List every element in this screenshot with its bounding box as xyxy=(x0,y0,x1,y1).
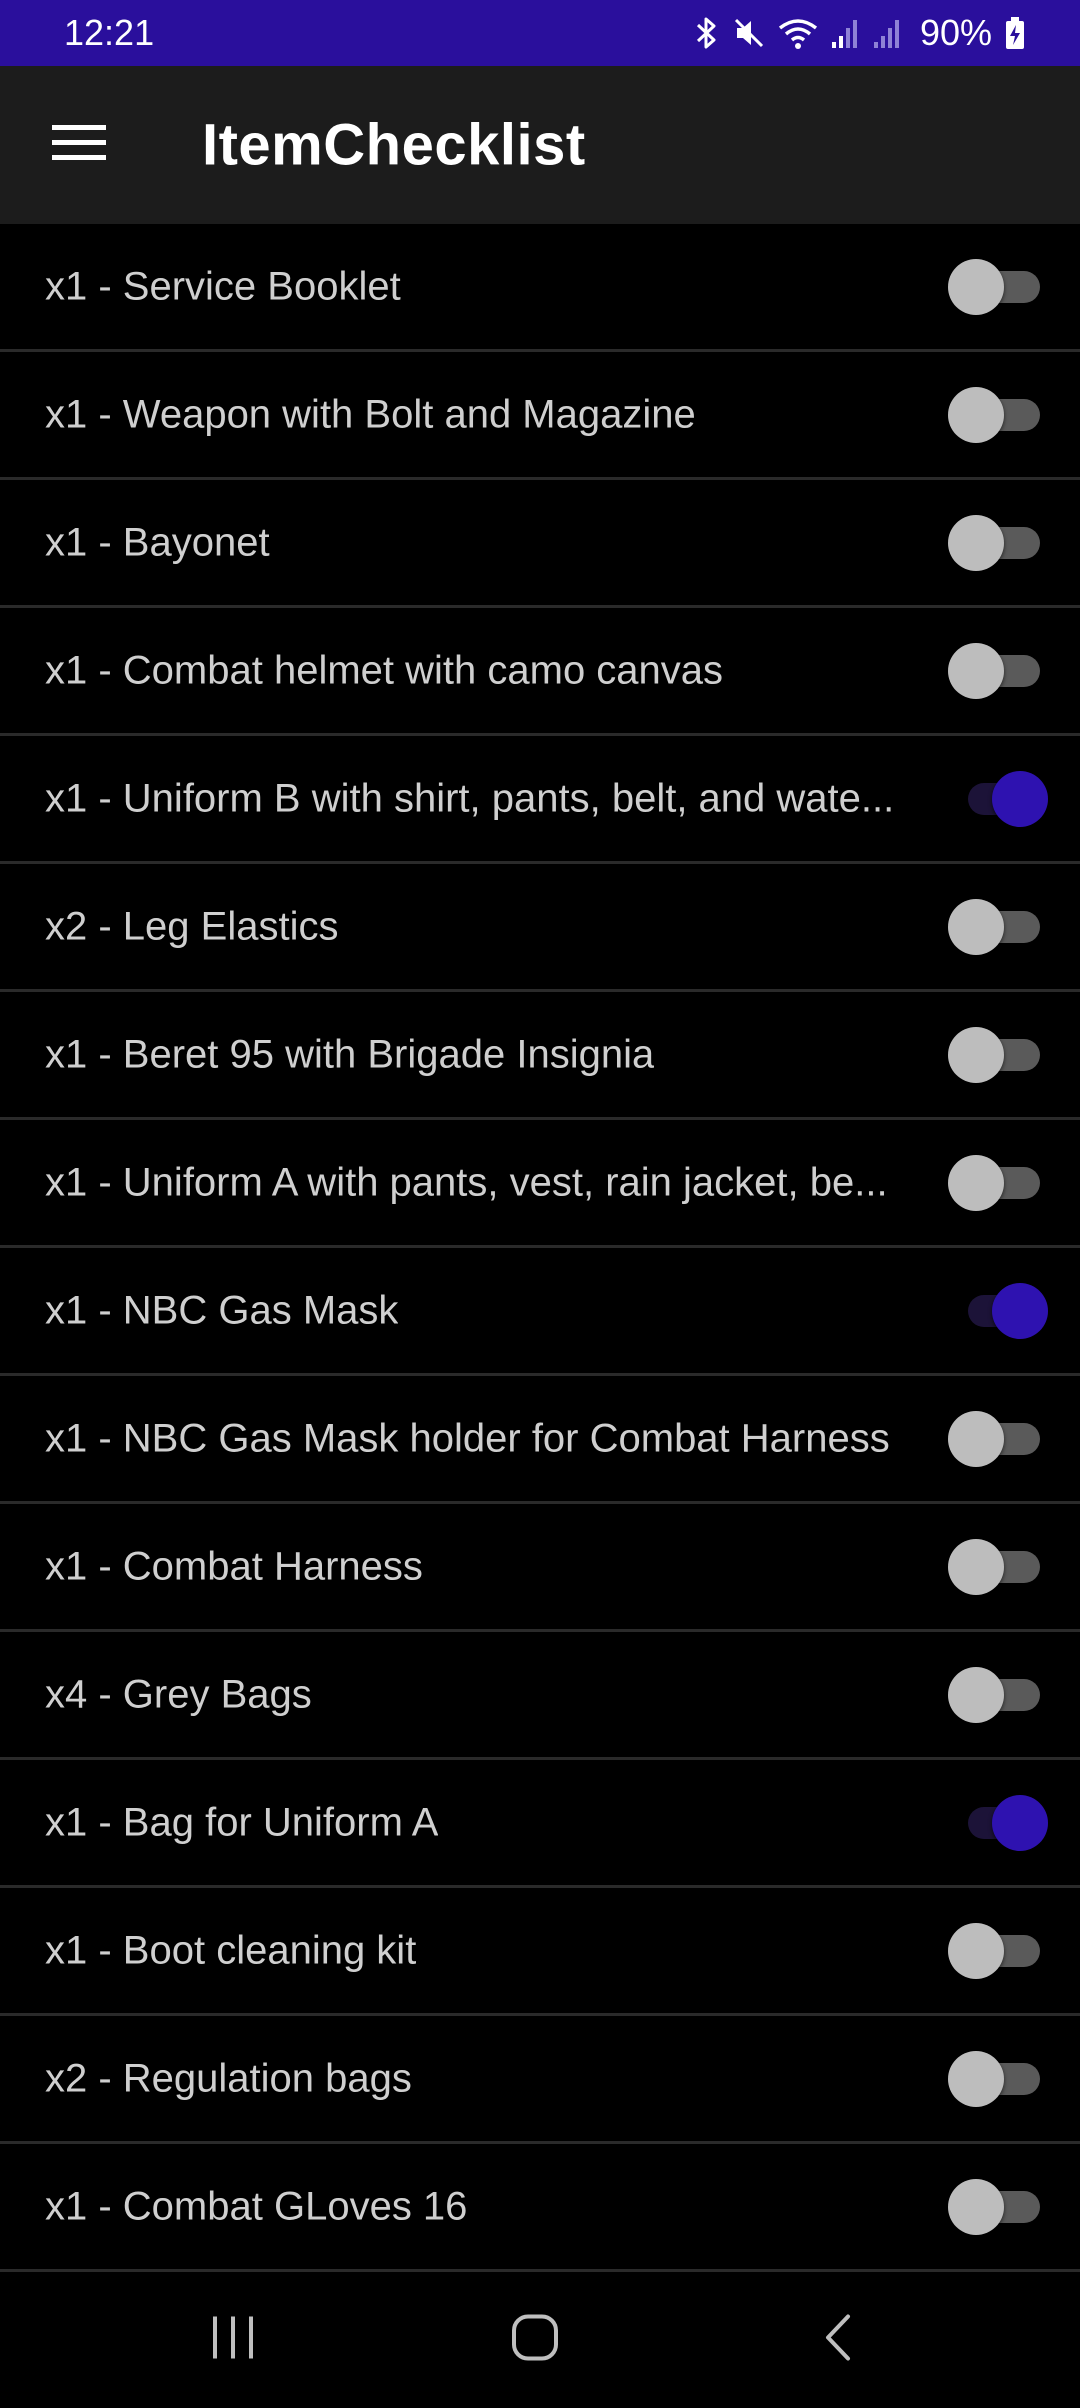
item-label: x1 - Uniform B with shirt, pants, belt, … xyxy=(45,776,895,820)
item-label: x1 - Combat helmet with camo canvas xyxy=(45,648,724,692)
back-icon xyxy=(822,2314,854,2367)
list-item[interactable]: x1 - Bag for Uniform A xyxy=(0,1760,1080,1888)
list-item[interactable]: x2 - Leg Elastics xyxy=(0,864,1080,992)
item-toggle[interactable] xyxy=(948,1410,1048,1467)
list-item[interactable]: x1 - Uniform B with shirt, pants, belt, … xyxy=(0,736,1080,864)
status-icons: 90% xyxy=(694,12,1026,54)
item-label: x2 - Regulation bags xyxy=(45,2056,412,2100)
item-toggle[interactable] xyxy=(948,898,1048,955)
battery-charging-icon xyxy=(1004,16,1026,50)
item-label: x1 - Beret 95 with Brigade Insignia xyxy=(45,1032,655,1076)
item-label: x4 - Grey Bags xyxy=(45,1672,312,1716)
recent-apps-button[interactable] xyxy=(209,2315,257,2366)
item-label: x1 - Bag for Uniform A xyxy=(45,1800,439,1844)
list-item[interactable]: x1 - Combat Harness xyxy=(0,1504,1080,1632)
item-label: x2 - Leg Elastics xyxy=(45,904,339,948)
item-label: x1 - Combat GLoves 16 xyxy=(45,2184,468,2228)
list-item[interactable]: x2 - Regulation bags xyxy=(0,2016,1080,2144)
menu-icon xyxy=(52,123,106,168)
list-item[interactable]: x1 - Weapon with Bolt and Magazine xyxy=(0,352,1080,480)
item-label: x1 - NBC Gas Mask holder for Combat Harn… xyxy=(45,1416,890,1460)
item-label: x1 - Uniform A with pants, vest, rain ja… xyxy=(45,1160,888,1204)
item-toggle[interactable] xyxy=(948,386,1048,443)
item-label: x1 - Bayonet xyxy=(45,520,270,564)
item-toggle[interactable] xyxy=(948,1154,1048,1211)
navigation-bar xyxy=(0,2272,1080,2408)
item-toggle[interactable] xyxy=(948,770,1048,827)
battery-percent: 90% xyxy=(919,12,992,53)
item-label: x1 - Combat Harness xyxy=(45,1544,423,1588)
list-item[interactable]: x1 - Beret 95 with Brigade Insignia xyxy=(0,992,1080,1120)
list-item[interactable]: x1 - Combat GLoves 16 xyxy=(0,2144,1080,2272)
item-toggle[interactable] xyxy=(948,1666,1048,1723)
status-bar: 12:21 90% xyxy=(0,0,1080,66)
item-toggle[interactable] xyxy=(948,2050,1048,2107)
item-label: x1 - Weapon with Bolt and Magazine xyxy=(45,392,696,436)
page-title: ItemChecklist xyxy=(202,112,586,178)
home-button[interactable] xyxy=(511,2314,559,2367)
item-label: x1 - Boot cleaning kit xyxy=(45,1928,417,1972)
item-toggle[interactable] xyxy=(948,1794,1048,1851)
item-toggle[interactable] xyxy=(948,514,1048,571)
signal-icon xyxy=(830,16,860,50)
item-toggle[interactable] xyxy=(948,1282,1048,1339)
item-toggle[interactable] xyxy=(948,258,1048,315)
mute-icon xyxy=(732,16,766,50)
menu-button[interactable] xyxy=(48,114,110,176)
item-toggle[interactable] xyxy=(948,1922,1048,1979)
list-item[interactable]: x1 - Uniform A with pants, vest, rain ja… xyxy=(0,1120,1080,1248)
item-toggle[interactable] xyxy=(948,1538,1048,1595)
list-item[interactable]: x1 - Boot cleaning kit xyxy=(0,1888,1080,2016)
list-item[interactable]: x4 - Grey Bags xyxy=(0,1632,1080,1760)
back-button[interactable] xyxy=(822,2314,854,2367)
app-bar: ItemChecklist xyxy=(0,66,1080,224)
item-label: x1 - Service Booklet xyxy=(45,264,401,308)
list-item[interactable]: x1 - NBC Gas Mask xyxy=(0,1248,1080,1376)
item-list: x1 - Service Booklet x1 - Weapon with Bo… xyxy=(0,224,1080,2272)
signal-icon xyxy=(872,16,902,50)
item-toggle[interactable] xyxy=(948,2178,1048,2235)
list-item[interactable]: x1 - Service Booklet xyxy=(0,224,1080,352)
bluetooth-icon xyxy=(694,16,720,50)
item-toggle[interactable] xyxy=(948,642,1048,699)
home-icon xyxy=(511,2314,559,2367)
list-item[interactable]: x1 - Combat helmet with camo canvas xyxy=(0,608,1080,736)
list-item[interactable]: x1 - Bayonet xyxy=(0,480,1080,608)
item-toggle[interactable] xyxy=(948,1026,1048,1083)
item-label: x1 - NBC Gas Mask xyxy=(45,1288,399,1332)
status-time: 12:21 xyxy=(64,12,155,53)
wifi-icon xyxy=(778,16,818,50)
list-item[interactable]: x1 - NBC Gas Mask holder for Combat Harn… xyxy=(0,1376,1080,1504)
recent-apps-icon xyxy=(209,2315,257,2366)
